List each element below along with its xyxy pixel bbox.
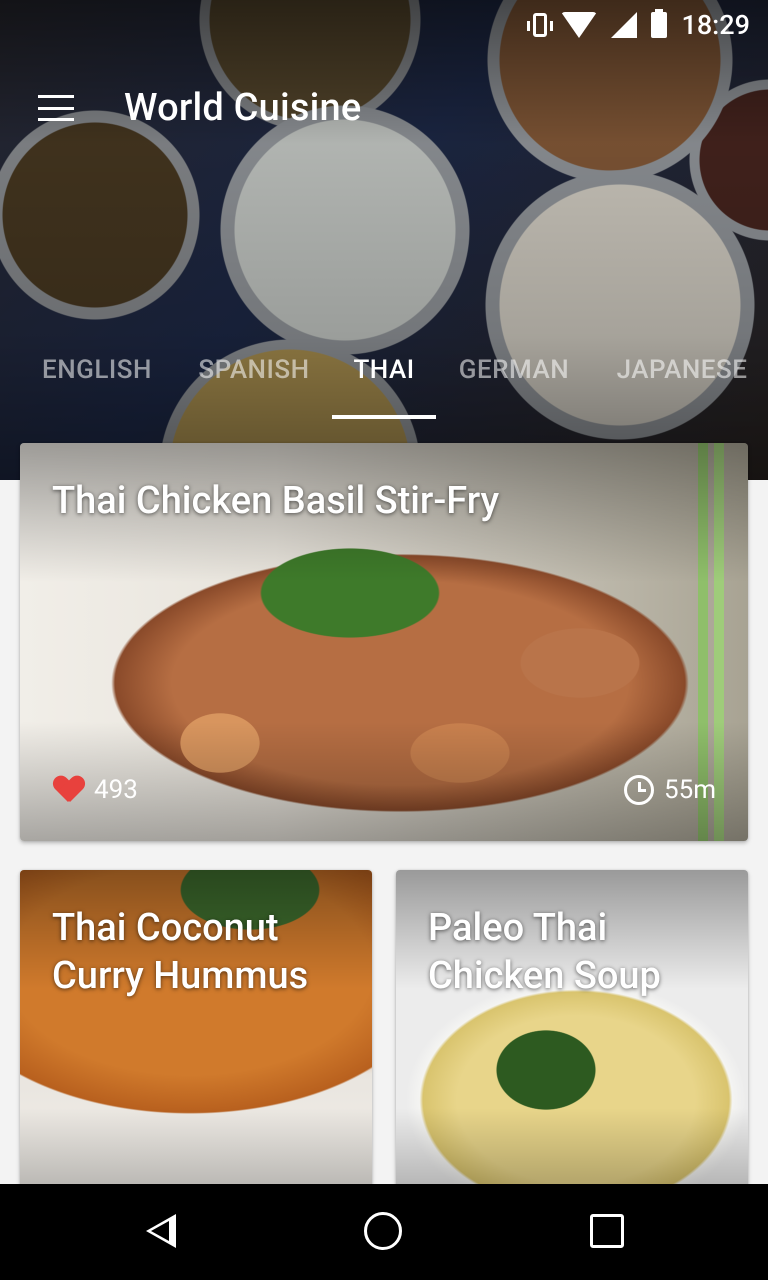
recipe-card[interactable]: Thai Coconut Curry Hummus (20, 870, 372, 1210)
tab-indicator (332, 415, 436, 419)
cuisine-tabs: ENGLISH SPANISH THAI GERMAN JAPANESE (0, 340, 768, 420)
status-time: 18:29 (681, 9, 750, 41)
like-count-value: 493 (94, 775, 138, 805)
app-toolbar: World Cuisine (0, 70, 768, 146)
hamburger-menu-icon[interactable] (38, 95, 78, 121)
signal-icon (611, 12, 638, 38)
vibrate-icon (527, 13, 554, 37)
recipe-meta: 493 55m (20, 775, 748, 807)
tab-english[interactable]: ENGLISH (40, 340, 154, 400)
wifi-icon (561, 12, 598, 38)
recipe-card[interactable]: Paleo Thai Chicken Soup (396, 870, 748, 1210)
cook-time: 55m (623, 775, 716, 805)
recipe-title: Paleo Thai Chicken Soup (428, 906, 661, 998)
cook-time-value: 55m (663, 775, 716, 805)
app-title: World Cuisine (124, 86, 362, 130)
tab-thai[interactable]: THAI (332, 340, 436, 400)
like-count[interactable]: 493 (54, 775, 138, 805)
recents-icon[interactable] (590, 1214, 624, 1248)
back-icon[interactable] (140, 1212, 180, 1252)
recipe-title: Thai Coconut Curry Hummus (52, 906, 309, 998)
recipe-title: Thai Chicken Basil Stir-Fry (52, 479, 500, 523)
heart-icon (54, 776, 84, 804)
system-nav-bar (0, 1184, 768, 1280)
recipe-card-featured[interactable]: Thai Chicken Basil Stir-Fry 493 55m (20, 443, 748, 841)
home-icon[interactable] (364, 1212, 402, 1250)
status-bar: 18:29 (0, 0, 768, 50)
tab-japanese[interactable]: JAPANESE (612, 340, 752, 400)
clock-icon (623, 775, 654, 805)
tab-german[interactable]: GERMAN (456, 340, 572, 400)
tab-spanish[interactable]: SPANISH (196, 340, 312, 400)
battery-icon (651, 9, 668, 38)
